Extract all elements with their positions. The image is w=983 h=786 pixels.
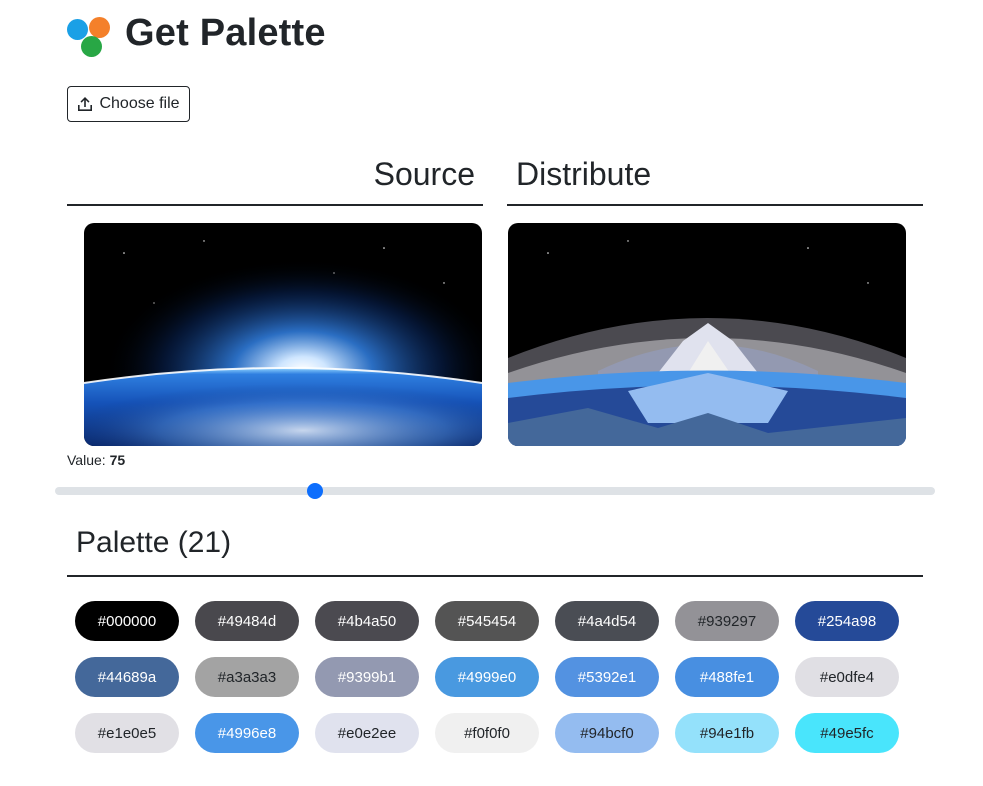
value-number: 75 [109,452,126,468]
palette-swatch[interactable]: #44689a [75,657,179,697]
palette-circles-icon [67,17,113,59]
palette-swatch[interactable]: #939297 [675,601,779,641]
value-slider-thumb[interactable] [306,483,323,499]
palette-swatch[interactable]: #488fe1 [675,657,779,697]
divider [67,204,483,206]
distribute-heading: Distribute [516,156,652,192]
palette-heading: Palette (21) [76,526,232,559]
palette-swatch[interactable]: #e0e2ee [315,713,419,753]
palette-swatch[interactable]: #4b4a50 [315,601,419,641]
source-heading: Source [373,156,475,192]
divider [67,575,923,577]
value-caption: Value: [67,452,106,468]
source-image [84,223,482,446]
page-title: Get Palette [125,12,326,54]
palette-swatch[interactable]: #254a98 [795,601,899,641]
palette-swatch[interactable]: #49484d [195,601,299,641]
distribute-image [508,223,906,446]
choose-file-label: Choose file [99,95,180,112]
palette-swatch[interactable]: #e0dfe4 [795,657,899,697]
palette-swatch-grid: #000000 #49484d #4b4a50 #545454 #4a4d54 #9392… [75,601,915,753]
palette-swatch[interactable]: #4999e0 [435,657,539,697]
palette-swatch[interactable]: #49e5fc [795,713,899,753]
palette-swatch[interactable]: #545454 [435,601,539,641]
palette-swatch[interactable]: #4a4d54 [555,601,659,641]
value-slider-track[interactable] [55,487,935,495]
palette-swatch[interactable]: #4996e8 [195,713,299,753]
slider-value-label: Value: 75 [67,452,125,468]
upload-icon [78,97,93,111]
choose-file-button[interactable]: Choose file [67,86,190,122]
palette-swatch[interactable]: #000000 [75,601,179,641]
palette-swatch[interactable]: #94bcf0 [555,713,659,753]
palette-swatch[interactable]: #a3a3a3 [195,657,299,697]
palette-swatch[interactable]: #e1e0e5 [75,713,179,753]
palette-swatch[interactable]: #9399b1 [315,657,419,697]
palette-swatch[interactable]: #94e1fb [675,713,779,753]
palette-swatch[interactable]: #f0f0f0 [435,713,539,753]
divider [507,204,923,206]
palette-swatch[interactable]: #5392e1 [555,657,659,697]
